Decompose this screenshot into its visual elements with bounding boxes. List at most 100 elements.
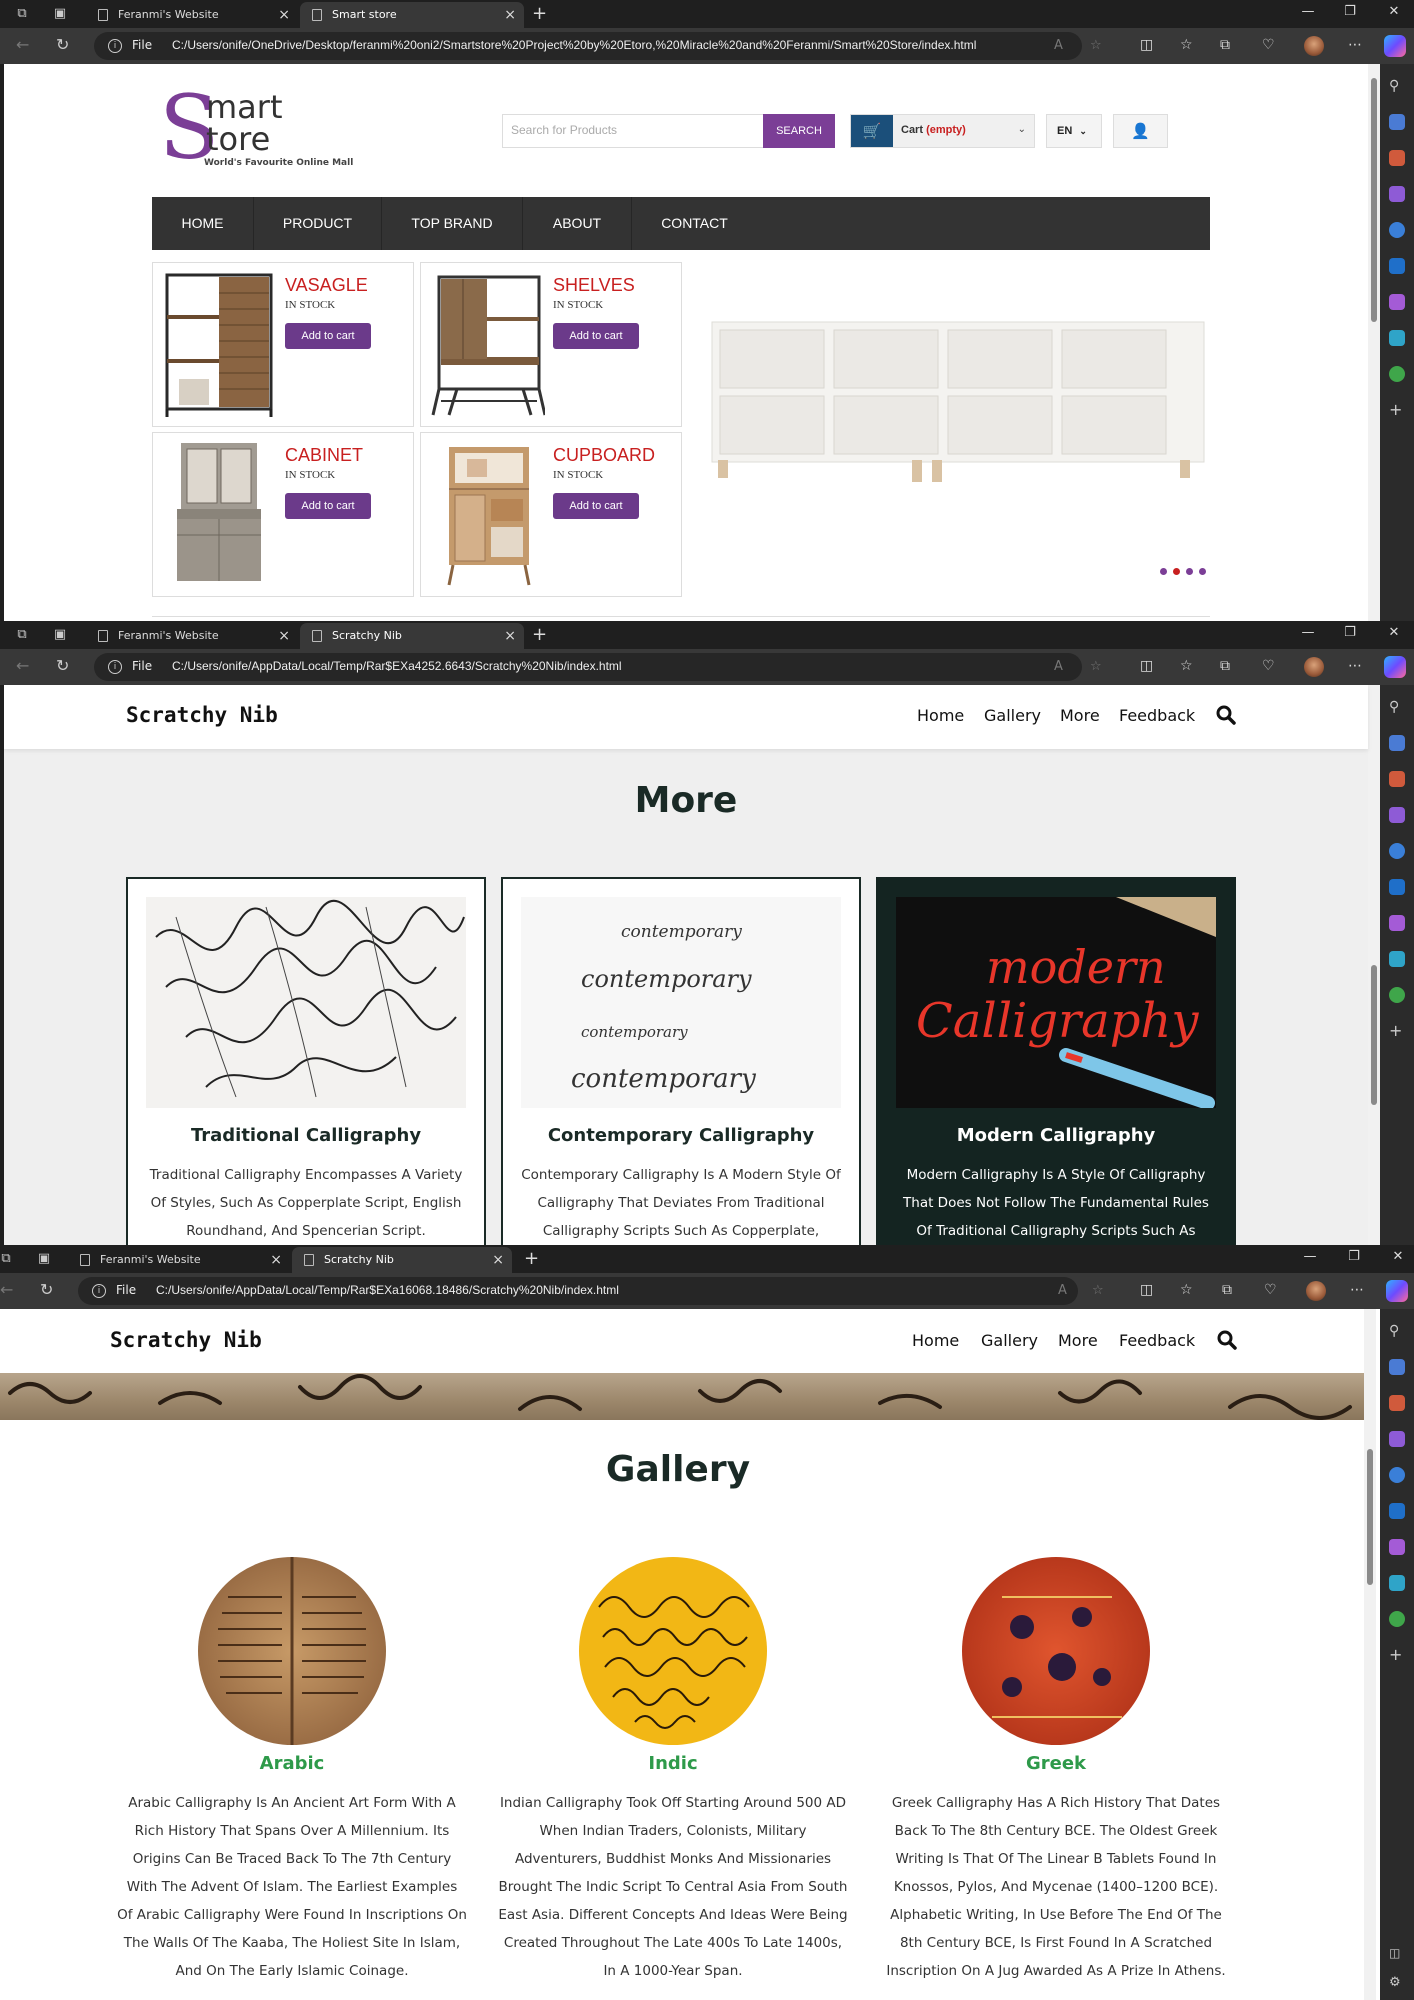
add-to-cart-button[interactable]: Add to cart [553, 493, 639, 519]
settings-more-icon[interactable]: ⋯ [1350, 1282, 1364, 1298]
tree-icon[interactable] [1389, 366, 1405, 382]
tab-actions-icon[interactable]: ▣ [52, 627, 68, 643]
nav-home[interactable]: Home [917, 706, 964, 725]
shopping-icon[interactable] [1389, 735, 1405, 751]
language-select[interactable]: EN ⌄ [1046, 114, 1102, 148]
tab-close-icon[interactable]: × [278, 623, 290, 649]
arabic-manuscript-image[interactable] [198, 1557, 386, 1745]
nav-feedback[interactable]: Feedback [1119, 1331, 1195, 1350]
tab-close-icon[interactable]: × [270, 1247, 282, 1273]
add-to-cart-button[interactable]: Add to cart [285, 323, 371, 349]
favorites-icon[interactable]: ☆ [1180, 658, 1193, 674]
nav-more[interactable]: More [1058, 1331, 1098, 1350]
tab-actions-icon[interactable]: ▣ [52, 6, 68, 22]
tab-feranmis-website[interactable]: Feranmi's Website × [68, 1247, 290, 1273]
nav-home[interactable]: Home [912, 1331, 959, 1350]
nav-about[interactable]: ABOUT [523, 197, 632, 250]
back-icon[interactable]: ← [0, 1281, 13, 1299]
tab-actions-icon[interactable]: ▣ [36, 1251, 52, 1267]
new-tab-button[interactable]: + [532, 623, 547, 647]
sidebar-layout-icon[interactable]: ◫ [1389, 1945, 1405, 1961]
read-aloud-icon[interactable]: A [1054, 659, 1063, 674]
close-window-button[interactable]: ✕ [1386, 4, 1402, 19]
favorite-star-icon[interactable]: ☆ [1090, 659, 1102, 674]
tab-feranmis-website[interactable]: Feranmi's Website × [86, 623, 298, 649]
outlook-icon[interactable] [1389, 1503, 1405, 1519]
url-text[interactable]: C:/Users/onife/OneDrive/Desktop/feranmi%… [172, 38, 976, 52]
games-icon[interactable] [1389, 186, 1405, 202]
drop-icon[interactable] [1389, 1575, 1405, 1591]
scrollbar-thumb[interactable] [1371, 965, 1377, 1105]
workspaces-icon[interactable]: ⧉ [14, 627, 30, 643]
workspaces-icon[interactable]: ⧉ [14, 6, 30, 22]
tab-close-icon[interactable]: × [504, 623, 516, 649]
url-field[interactable]: i File C:/Users/onife/AppData/Local/Temp… [78, 1277, 1104, 1305]
favorites-icon[interactable]: ☆ [1180, 1282, 1193, 1298]
add-icon[interactable]: + [1389, 402, 1405, 418]
collections-icon[interactable]: ⧉ [1220, 37, 1230, 53]
tools-icon[interactable] [1389, 150, 1405, 166]
drop-icon[interactable] [1389, 330, 1405, 346]
browser-essentials-icon[interactable]: ♡ [1262, 37, 1275, 53]
close-window-button[interactable]: ✕ [1386, 625, 1402, 640]
close-window-button[interactable]: ✕ [1390, 1249, 1406, 1264]
games-icon[interactable] [1389, 1431, 1405, 1447]
profile-avatar[interactable] [1306, 1281, 1326, 1301]
designer-icon[interactable] [1389, 1539, 1405, 1555]
page-scrollbar[interactable] [1368, 64, 1380, 621]
copilot-icon[interactable] [1386, 1280, 1408, 1302]
copilot-sidebar-icon[interactable] [1389, 1467, 1405, 1483]
gear-icon[interactable]: ⚙ [1389, 1975, 1405, 1991]
tab-close-icon[interactable]: × [278, 2, 290, 28]
drop-icon[interactable] [1389, 951, 1405, 967]
copilot-sidebar-icon[interactable] [1389, 222, 1405, 238]
split-screen-icon[interactable]: ◫ [1140, 1282, 1153, 1298]
outlook-icon[interactable] [1389, 258, 1405, 274]
tab-close-icon[interactable]: × [504, 2, 516, 28]
designer-icon[interactable] [1389, 915, 1405, 931]
restore-button[interactable]: ❐ [1342, 625, 1358, 640]
search-button[interactable]: SEARCH [763, 114, 835, 148]
restore-button[interactable]: ❐ [1342, 4, 1358, 19]
product-name[interactable]: CABINET [285, 445, 363, 466]
copilot-icon[interactable] [1384, 656, 1406, 678]
add-icon[interactable]: + [1389, 1023, 1405, 1039]
favorite-star-icon[interactable]: ☆ [1090, 38, 1102, 53]
slider-dot[interactable] [1173, 568, 1180, 575]
site-brand[interactable]: Scratchy Nib [110, 1328, 262, 1352]
settings-more-icon[interactable]: ⋯ [1348, 658, 1362, 674]
url-text[interactable]: C:/Users/onife/AppData/Local/Temp/Rar$EX… [156, 1283, 619, 1297]
search-icon[interactable]: ⚲ [1389, 1323, 1405, 1339]
nav-more[interactable]: More [1060, 706, 1100, 725]
info-icon[interactable]: i [108, 660, 122, 674]
nav-gallery[interactable]: Gallery [981, 1331, 1038, 1350]
profile-avatar[interactable] [1304, 36, 1324, 56]
tools-icon[interactable] [1389, 1395, 1405, 1411]
tab-scratchy-nib[interactable]: Scratchy Nib × [300, 623, 524, 649]
user-account-button[interactable]: 👤 [1113, 114, 1168, 148]
product-name[interactable]: VASAGLE [285, 275, 368, 296]
url-field[interactable]: i File C:/Users/onife/OneDrive/Desktop/f… [94, 32, 1102, 60]
cart-dropdown[interactable]: 🛒 Cart (empty) ⌄ [850, 114, 1035, 148]
minimize-button[interactable]: — [1302, 1249, 1318, 1264]
product-name[interactable]: SHELVES [553, 275, 635, 296]
add-to-cart-button[interactable]: Add to cart [285, 493, 371, 519]
restore-button[interactable]: ❐ [1346, 1249, 1362, 1264]
browser-essentials-icon[interactable]: ♡ [1264, 1282, 1277, 1298]
add-to-cart-button[interactable]: Add to cart [553, 323, 639, 349]
search-icon[interactable] [1217, 1330, 1237, 1350]
slider-dot[interactable] [1186, 568, 1193, 575]
refresh-icon[interactable]: ↻ [40, 1281, 53, 1299]
tools-icon[interactable] [1389, 771, 1405, 787]
refresh-icon[interactable]: ↻ [56, 36, 69, 54]
scrollbar-thumb[interactable] [1367, 1449, 1373, 1585]
nav-contact[interactable]: CONTACT [632, 197, 757, 250]
add-icon[interactable]: + [1389, 1647, 1405, 1663]
nav-product[interactable]: PRODUCT [254, 197, 382, 250]
nav-top-brand[interactable]: TOP BRAND [382, 197, 523, 250]
designer-icon[interactable] [1389, 294, 1405, 310]
workspaces-icon[interactable]: ⧉ [0, 1251, 14, 1267]
tab-close-icon[interactable]: × [492, 1247, 504, 1273]
minimize-button[interactable]: — [1300, 625, 1316, 640]
url-field[interactable]: i File C:/Users/onife/AppData/Local/Temp… [94, 653, 1102, 681]
